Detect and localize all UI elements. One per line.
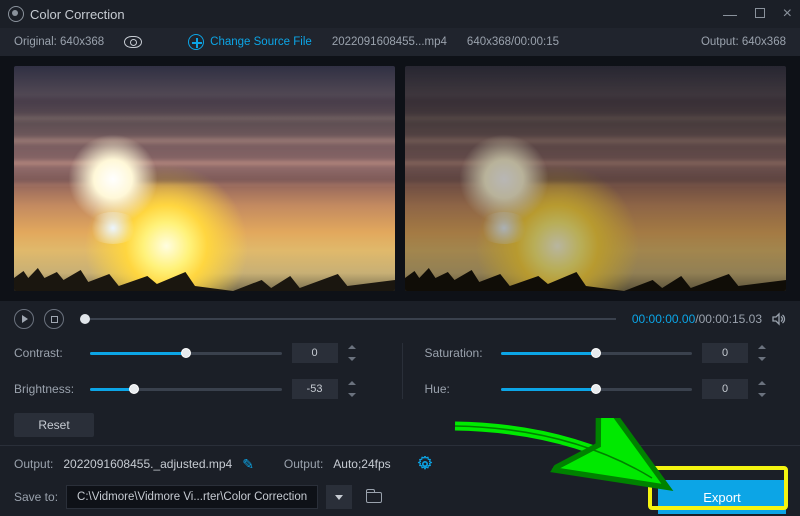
open-folder-button[interactable] bbox=[360, 485, 388, 509]
output-file-line: Output: 2022091608455._adjusted.mp4 ✎ Ou… bbox=[0, 446, 800, 474]
timeline-slider[interactable] bbox=[80, 318, 616, 320]
close-icon[interactable]: × bbox=[783, 7, 792, 21]
save-line: Save to: C:\Vidmore\Vidmore Vi...rter\Co… bbox=[0, 474, 800, 516]
edit-icon[interactable]: ✎ bbox=[242, 457, 254, 471]
volume-icon[interactable] bbox=[772, 312, 786, 326]
gear-icon[interactable] bbox=[417, 456, 433, 472]
eye-icon[interactable] bbox=[124, 36, 142, 48]
contrast-row: Contrast: 0 bbox=[14, 343, 362, 363]
output-file-label: Output: bbox=[14, 457, 53, 471]
title-bar: Color Correction × bbox=[0, 0, 800, 28]
save-path-dropdown[interactable] bbox=[326, 485, 352, 509]
step-down-icon[interactable] bbox=[348, 393, 356, 397]
step-up-icon[interactable] bbox=[758, 381, 766, 385]
brightness-fill bbox=[90, 388, 134, 391]
step-down-icon[interactable] bbox=[758, 357, 766, 361]
step-down-icon[interactable] bbox=[348, 357, 356, 361]
play-icon bbox=[22, 315, 28, 323]
step-up-icon[interactable] bbox=[348, 345, 356, 349]
step-up-icon[interactable] bbox=[348, 381, 356, 385]
original-preview bbox=[14, 66, 395, 291]
minimize-icon[interactable] bbox=[723, 7, 737, 21]
saturation-stepper[interactable] bbox=[758, 343, 772, 363]
plus-circle-icon bbox=[188, 34, 204, 50]
export-button[interactable]: Export bbox=[658, 480, 786, 514]
window-title: Color Correction bbox=[30, 7, 125, 22]
contrast-fill bbox=[90, 352, 186, 355]
hue-label: Hue: bbox=[425, 382, 491, 396]
brightness-row: Brightness: -53 bbox=[14, 379, 362, 399]
hue-knob[interactable] bbox=[591, 384, 601, 394]
hue-row: Hue: 0 bbox=[425, 379, 773, 399]
save-path-input[interactable]: C:\Vidmore\Vidmore Vi...rter\Color Corre… bbox=[66, 485, 318, 509]
contrast-knob[interactable] bbox=[181, 348, 191, 358]
saveto-label: Save to: bbox=[14, 490, 58, 504]
reset-button[interactable]: Reset bbox=[14, 413, 94, 437]
timeline-knob[interactable] bbox=[80, 314, 90, 324]
brightness-stepper[interactable] bbox=[348, 379, 362, 399]
brightness-value[interactable]: -53 bbox=[292, 379, 338, 399]
output-format-label: Output: bbox=[284, 457, 323, 471]
saturation-fill bbox=[501, 352, 597, 355]
saturation-knob[interactable] bbox=[591, 348, 601, 358]
timeline-row: 00:00:00.00/00:00:15.03 bbox=[0, 301, 800, 337]
saturation-label: Saturation: bbox=[425, 346, 491, 360]
stop-icon bbox=[51, 316, 58, 323]
saturation-row: Saturation: 0 bbox=[425, 343, 773, 363]
total-time: 00:00:15.03 bbox=[699, 312, 762, 326]
contrast-label: Contrast: bbox=[14, 346, 80, 360]
output-filename: 2022091608455._adjusted.mp4 bbox=[63, 457, 232, 471]
step-up-icon[interactable] bbox=[758, 345, 766, 349]
play-button[interactable] bbox=[14, 309, 34, 329]
change-source-button[interactable]: Change Source File bbox=[188, 34, 312, 50]
output-dim-label: Output: 640x368 bbox=[701, 36, 786, 48]
preview-area bbox=[0, 56, 800, 301]
hue-stepper[interactable] bbox=[758, 379, 772, 399]
color-sliders: Contrast: 0 Brightness: -53 bbox=[0, 337, 800, 409]
maximize-icon[interactable] bbox=[755, 8, 765, 18]
brightness-slider[interactable] bbox=[90, 388, 282, 391]
current-time: 00:00:00.00 bbox=[632, 312, 695, 326]
saturation-value[interactable]: 0 bbox=[702, 343, 748, 363]
brightness-label: Brightness: bbox=[14, 382, 80, 396]
hue-value[interactable]: 0 bbox=[702, 379, 748, 399]
brightness-knob[interactable] bbox=[129, 384, 139, 394]
contrast-slider[interactable] bbox=[90, 352, 282, 355]
source-dim-time: 640x368/00:00:15 bbox=[467, 36, 559, 48]
hue-fill bbox=[501, 388, 597, 391]
source-filename: 2022091608455...mp4 bbox=[332, 36, 447, 48]
stop-button[interactable] bbox=[44, 309, 64, 329]
hue-slider[interactable] bbox=[501, 388, 693, 391]
source-bar: Original: 640x368 Change Source File 202… bbox=[0, 28, 800, 56]
contrast-value[interactable]: 0 bbox=[292, 343, 338, 363]
chevron-down-icon bbox=[335, 495, 343, 500]
contrast-stepper[interactable] bbox=[348, 343, 362, 363]
folder-icon bbox=[366, 492, 382, 503]
change-source-label: Change Source File bbox=[210, 36, 312, 48]
adjusted-preview bbox=[405, 66, 786, 291]
saturation-slider[interactable] bbox=[501, 352, 693, 355]
app-logo-icon bbox=[8, 6, 24, 22]
reset-row: Reset bbox=[0, 409, 800, 445]
output-format-value: Auto;24fps bbox=[333, 457, 390, 471]
timeline-time: 00:00:00.00/00:00:15.03 bbox=[632, 312, 762, 326]
step-down-icon[interactable] bbox=[758, 393, 766, 397]
original-label: Original: 640x368 bbox=[14, 36, 104, 48]
